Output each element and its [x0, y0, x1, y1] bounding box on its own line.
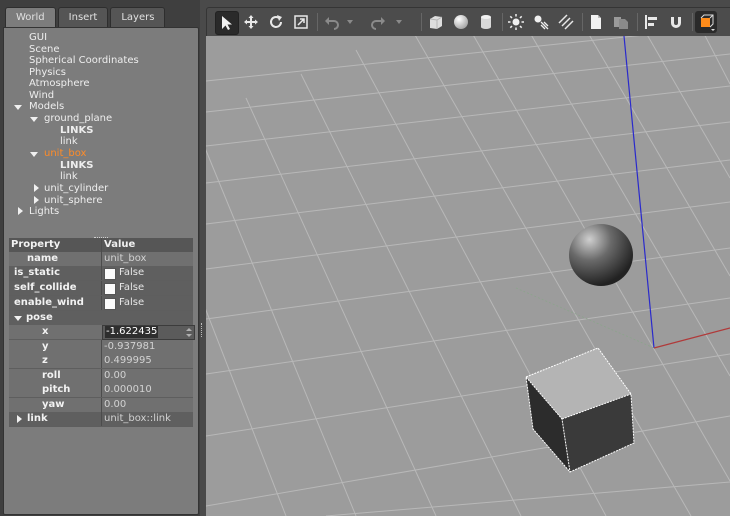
- collapse-arrow-icon[interactable]: [34, 196, 39, 204]
- property-row-yaw: yaw 0.00: [9, 398, 193, 413]
- tree-item-ground-plane-link[interactable]: link: [60, 136, 78, 148]
- property-label: enable_wind: [14, 297, 84, 308]
- align-icon[interactable]: [640, 11, 662, 33]
- property-row-y: y -0.937981: [9, 340, 193, 355]
- tree-item-atmosphere[interactable]: Atmosphere: [29, 78, 90, 90]
- redo-icon[interactable]: [367, 11, 389, 33]
- property-label: is_static: [14, 267, 60, 278]
- tab-layers[interactable]: Layers: [110, 7, 166, 27]
- collapse-arrow-icon[interactable]: [17, 415, 22, 423]
- collapse-arrow-icon[interactable]: [34, 184, 39, 192]
- box-icon[interactable]: [425, 11, 447, 33]
- property-value[interactable]: 0.00: [104, 398, 126, 412]
- tree-item-ground-plane[interactable]: ground_plane: [44, 113, 112, 125]
- expand-arrow-icon[interactable]: [14, 316, 22, 321]
- property-value: unit_box::link: [104, 413, 171, 424]
- sphere-icon[interactable]: [450, 11, 472, 33]
- property-row-link[interactable]: link unit_box::link: [9, 412, 193, 427]
- x-spinbox[interactable]: -1.622435: [102, 325, 195, 340]
- expand-arrow-icon[interactable]: [14, 105, 22, 110]
- property-label: pose: [26, 312, 53, 323]
- property-label: self_collide: [14, 282, 77, 293]
- property-label: pitch: [42, 384, 71, 395]
- spot-light-icon[interactable]: [530, 11, 552, 33]
- property-row-x: x -1.622435: [9, 325, 195, 340]
- self-collide-checkbox[interactable]: [104, 283, 116, 295]
- undo-history-icon[interactable]: [344, 11, 356, 33]
- property-row-z: z 0.499995: [9, 354, 193, 369]
- property-value[interactable]: 0.000010: [104, 383, 152, 397]
- translate-icon[interactable]: [240, 11, 262, 33]
- redo-history-icon[interactable]: [393, 11, 405, 33]
- tree-item-unit-box-link[interactable]: link: [60, 171, 78, 183]
- unit-sphere-model[interactable]: [569, 224, 633, 286]
- property-row-enable-wind: enable_wind False: [9, 296, 193, 311]
- expand-arrow-icon[interactable]: [30, 152, 38, 157]
- scale-icon[interactable]: [290, 11, 312, 33]
- property-value: False: [119, 297, 145, 308]
- property-value[interactable]: 0.00: [104, 369, 126, 383]
- tree-item-unit-box[interactable]: unit_box: [44, 148, 86, 160]
- point-light-icon[interactable]: [505, 11, 527, 33]
- copy-icon[interactable]: [585, 11, 607, 33]
- property-row-name: name unit_box: [9, 252, 193, 267]
- property-value: False: [119, 282, 145, 293]
- enable-wind-checkbox[interactable]: [104, 298, 116, 310]
- header-property: Property: [11, 239, 61, 250]
- view-angle-icon[interactable]: [695, 11, 717, 33]
- tree-item-gui[interactable]: GUI: [29, 32, 47, 44]
- scene-canvas[interactable]: [206, 36, 730, 516]
- left-panel: World Insert Layers GUI Scene Spherical …: [0, 0, 200, 516]
- property-label: z: [42, 355, 48, 366]
- tab-world[interactable]: World: [5, 7, 56, 28]
- tree-item-models[interactable]: Models: [29, 101, 64, 113]
- 3d-viewport[interactable]: [206, 36, 730, 516]
- spin-down-icon[interactable]: [186, 334, 192, 337]
- property-value: False: [119, 267, 145, 278]
- tree-item-lights[interactable]: Lights: [29, 206, 59, 218]
- property-row-roll: roll 0.00: [9, 369, 193, 384]
- property-label: name: [27, 253, 59, 264]
- panel-tabs: World Insert Layers: [5, 7, 167, 28]
- property-label: roll: [42, 370, 61, 381]
- expand-arrow-icon[interactable]: [30, 117, 38, 122]
- property-row-pitch: pitch 0.000010: [9, 383, 193, 398]
- x-value[interactable]: -1.622435: [105, 326, 159, 338]
- property-label: y: [42, 341, 49, 352]
- property-row-self-collide: self_collide False: [9, 281, 193, 296]
- properties-header: Property Value: [9, 238, 193, 253]
- collapse-arrow-icon[interactable]: [18, 207, 23, 215]
- tree-item-unit-cylinder[interactable]: unit_cylinder: [44, 183, 108, 195]
- property-label: yaw: [42, 399, 65, 410]
- x-axis-line: [653, 327, 730, 349]
- property-row-is-static: is_static False: [9, 266, 193, 281]
- property-label: link: [27, 413, 48, 424]
- property-row-pose[interactable]: pose: [9, 311, 193, 326]
- directional-light-icon[interactable]: [555, 11, 577, 33]
- ground-grid: [206, 36, 730, 516]
- z-axis-line: [623, 36, 655, 349]
- is-static-checkbox[interactable]: [104, 268, 116, 280]
- spin-up-icon[interactable]: [186, 328, 192, 331]
- cylinder-icon[interactable]: [475, 11, 497, 33]
- paste-icon[interactable]: [610, 11, 632, 33]
- panel-splitter[interactable]: [201, 323, 205, 337]
- tab-insert[interactable]: Insert: [57, 7, 109, 27]
- property-value: unit_box: [104, 253, 147, 264]
- snap-icon[interactable]: [665, 11, 687, 33]
- tree-item-spherical-coordinates[interactable]: Spherical Coordinates: [29, 55, 139, 67]
- property-label: x: [42, 326, 49, 337]
- toolbar: [206, 7, 730, 37]
- y-axis-line: [515, 287, 655, 349]
- undo-icon[interactable]: [321, 11, 343, 33]
- property-value[interactable]: 0.499995: [104, 354, 152, 368]
- rotate-icon[interactable]: [265, 11, 287, 33]
- unit-box-model[interactable]: [525, 347, 635, 473]
- property-value[interactable]: -0.937981: [104, 340, 155, 354]
- header-value: Value: [104, 239, 136, 250]
- select-icon[interactable]: [215, 11, 239, 35]
